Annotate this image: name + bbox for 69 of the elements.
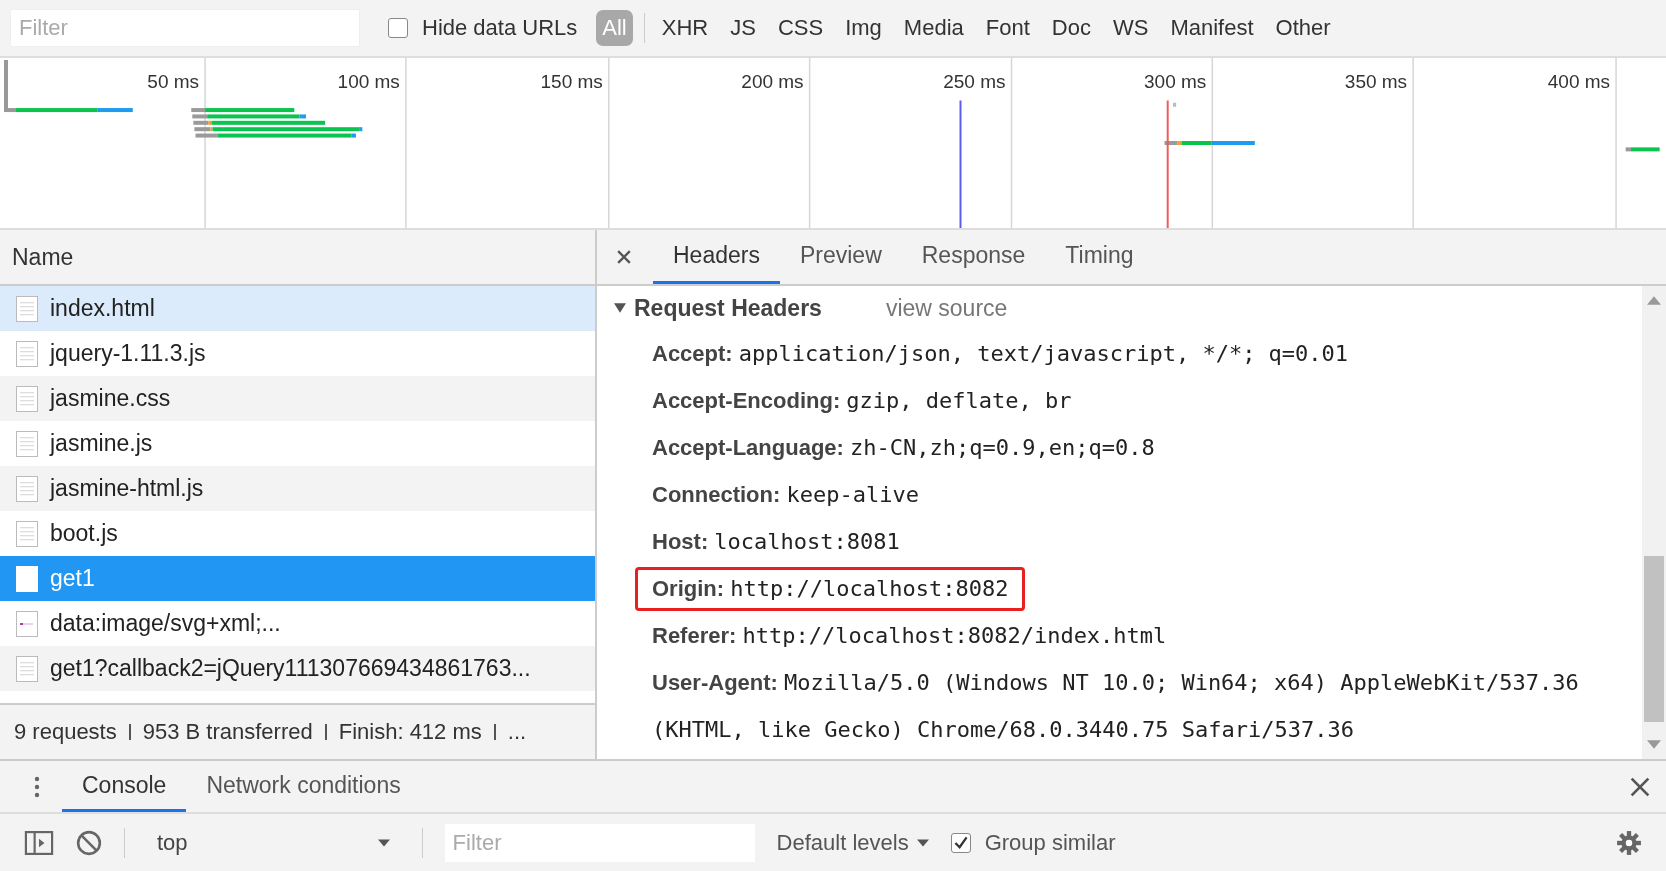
group-similar-checkbox[interactable]: Group similar — [950, 829, 1116, 856]
request-row[interactable]: jasmine.css — [0, 376, 595, 421]
header-line: Accept-Encoding: gzip, deflate, br — [652, 388, 1072, 413]
expand-triangle-icon[interactable] — [614, 302, 626, 314]
header-line: Referer: http://localhost:8082/index.html — [652, 623, 1167, 648]
document-icon — [16, 340, 38, 367]
request-row[interactable]: index.html — [0, 286, 595, 331]
console-filter-field[interactable]: Filter — [444, 823, 755, 862]
type-filter-button[interactable]: XHR — [655, 10, 715, 46]
request-row[interactable]: get1?callback2=jQuery111307669434861763... — [0, 646, 595, 691]
type-filter-button[interactable]: Manifest — [1164, 10, 1260, 46]
tick-label: 400 ms — [1547, 71, 1611, 92]
tick-label: 100 ms — [337, 71, 400, 92]
tick-label: 200 ms — [741, 71, 804, 92]
checkmark-icon — [953, 835, 968, 850]
scrollbar[interactable] — [1642, 286, 1666, 759]
header-line: Host: localhost:8081 — [652, 529, 900, 554]
type-filter-button[interactable]: Media — [897, 10, 970, 46]
details-tab[interactable]: Timing — [1045, 230, 1154, 284]
document-icon — [16, 475, 38, 502]
caret-icon — [377, 838, 390, 847]
document-icon — [16, 520, 38, 547]
document-icon — [16, 565, 38, 592]
header-line: Connection: keep-alive — [652, 482, 919, 507]
scrollbar-thumb[interactable] — [1644, 555, 1664, 722]
context-select[interactable]: top — [147, 829, 400, 856]
image-file-icon — [16, 610, 38, 637]
type-filter-button[interactable]: CSS — [771, 10, 830, 46]
column-header[interactable]: Name — [12, 243, 74, 271]
caret-icon — [916, 838, 929, 847]
tick-label: 150 ms — [540, 71, 603, 92]
tick-label: 350 ms — [1344, 71, 1408, 92]
clear-console-icon[interactable] — [76, 829, 102, 856]
header-line: Accept-Language: zh-CN,zh;q=0.9,en;q=0.8 — [652, 435, 1155, 460]
tick-label: 250 ms — [943, 71, 1006, 92]
view-source-link[interactable]: view source — [885, 294, 1008, 322]
request-row[interactable]: jasmine-html.js — [0, 466, 595, 511]
drawer-tab[interactable]: Network conditions — [186, 761, 421, 812]
details-tab[interactable]: Response — [901, 230, 1046, 284]
section-title[interactable]: Request Headers — [634, 294, 822, 322]
document-icon — [16, 655, 38, 682]
settings-icon[interactable] — [1616, 829, 1642, 856]
close-icon[interactable] — [1630, 776, 1650, 797]
range-handle[interactable] — [4, 60, 8, 112]
filter-field[interactable]: Filter — [10, 9, 360, 47]
tick-label: 300 ms — [1144, 71, 1207, 92]
more-menu-icon[interactable] — [34, 775, 40, 798]
document-icon — [16, 385, 38, 412]
hide-data-urls-checkbox[interactable]: Hide data URLs — [388, 15, 578, 41]
details-tab[interactable]: Preview — [779, 230, 902, 284]
type-filter-button[interactable]: WS — [1106, 10, 1155, 46]
levels-dropdown[interactable]: Default levels — [776, 829, 929, 856]
close-icon[interactable] — [617, 250, 631, 264]
header-line: User-Agent: Mozilla/5.0 (Windows NT 10.0; Win64; x64) AppleWebKit/537.36 (KHTML, like Gecko) Chrome/68.0.3440.75 Safari/537.36 — [652, 670, 1579, 742]
type-filter-button[interactable]: Doc — [1045, 10, 1097, 46]
tick-label: 50 ms — [147, 71, 200, 92]
type-filter-button[interactable]: Font — [979, 10, 1036, 46]
status-text: Finish: 412 ms — [338, 719, 482, 745]
status-text: ... — [507, 719, 527, 745]
type-filter-button[interactable]: Img — [839, 10, 888, 46]
status-text: 953 B transferred — [142, 719, 313, 745]
type-filter-button[interactable]: Other — [1269, 10, 1337, 46]
document-icon — [16, 430, 38, 457]
header-line: Accept: application/json, text/javascript, */*; q=0.01 — [652, 341, 1349, 366]
sidebar-toggle-icon[interactable] — [24, 830, 54, 855]
status-text: 9 requests — [14, 719, 117, 745]
type-filter-button[interactable]: JS — [724, 10, 762, 46]
document-icon — [16, 295, 38, 322]
details-tab[interactable]: Headers — [653, 230, 780, 284]
